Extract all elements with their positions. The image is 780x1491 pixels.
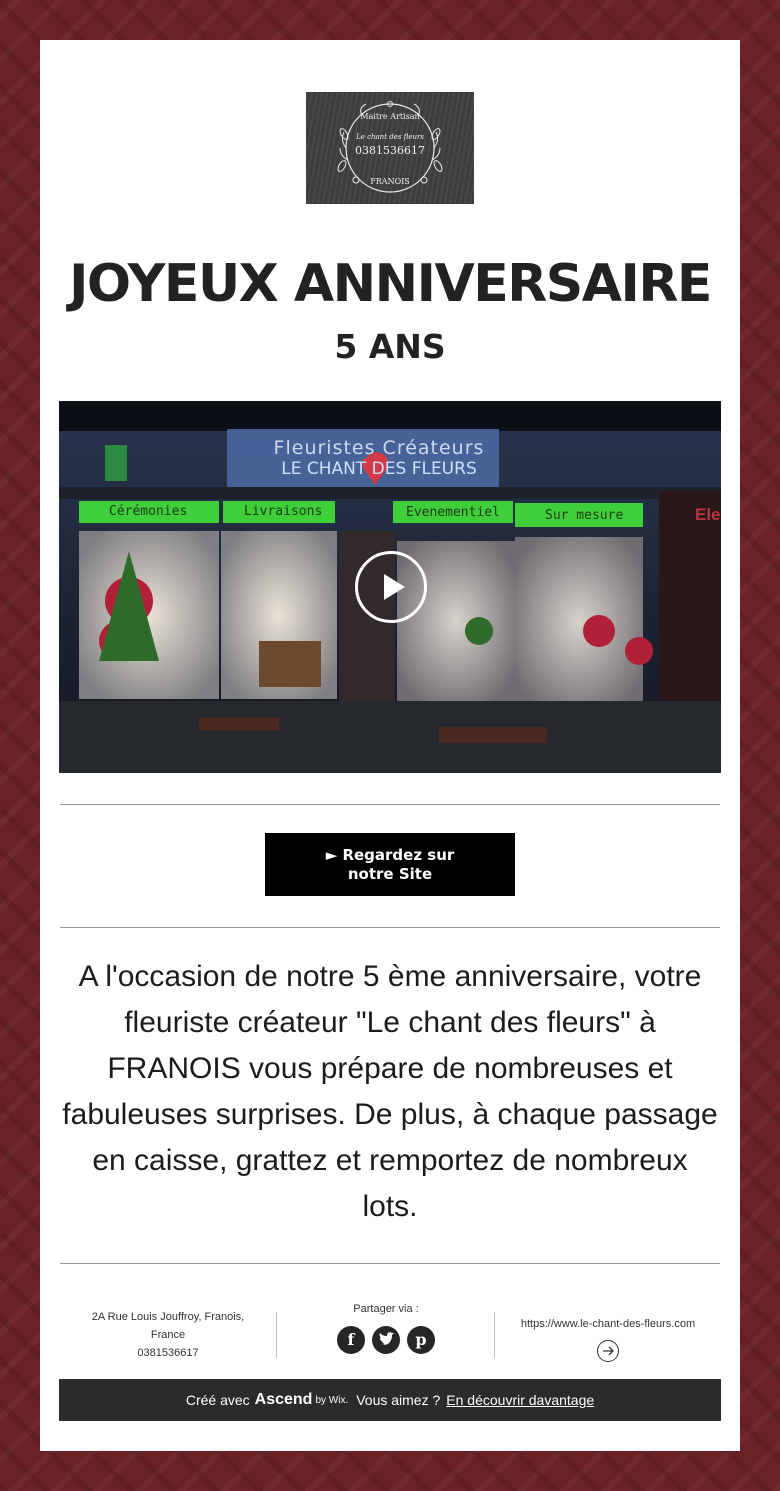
play-icon [384, 574, 405, 600]
footer-website: https://www.le-chant-des-fleurs.com [496, 1315, 720, 1362]
arrow-right-icon[interactable] [597, 1340, 619, 1362]
watch-on-site-button[interactable]: ► Regardez sur notre Site [265, 833, 515, 896]
website-link[interactable]: https://www.le-chant-des-fleurs.com [496, 1315, 720, 1333]
shop-logo: Maitre Artisan Le chant des fleurs 03815… [306, 92, 474, 204]
footer-separator [276, 1312, 277, 1358]
learn-more-link[interactable]: En découvrir davantage [446, 1392, 594, 1408]
address-line-1: 2A Rue Louis Jouffroy, Franois, [91, 1311, 245, 1323]
phone-number: 0381536617 [137, 1347, 199, 1359]
address-line-2: France [150, 1329, 186, 1341]
video-store-sign: Ele [695, 505, 721, 524]
logo-phone: 0381536617 [355, 144, 425, 157]
by-wix-text: by Wix. [315, 1394, 349, 1406]
page-subtitle: 5 ANS [334, 327, 446, 366]
video-banner: Livraisons [244, 504, 323, 519]
video-banner: Evenementiel [406, 505, 500, 520]
newsletter-card: Maitre Artisan Le chant des fleurs 03815… [40, 40, 740, 1451]
wix-promo-bar: Créé avec Ascend by Wix. Vous aimez ? En… [59, 1379, 721, 1421]
footer-separator [494, 1312, 495, 1358]
share-label: Partager via : [353, 1303, 419, 1315]
logo-line-1: Maitre Artisan [360, 112, 420, 121]
logo-line-2: Le chant des fleurs [356, 133, 424, 141]
logo-town: FRANOIS [370, 177, 410, 186]
created-with-text: Créé avec [185, 1392, 250, 1408]
divider [60, 804, 720, 805]
ascend-brand: Ascend [254, 1391, 313, 1408]
play-button[interactable] [355, 551, 427, 623]
footer-share: Partager via : f p [278, 1300, 494, 1354]
announcement-text: A l'occasion de notre 5 ème anniversaire… [62, 960, 718, 1223]
facebook-icon[interactable]: f [337, 1326, 365, 1354]
video-sign-top: Fleuristes Créateurs [273, 437, 485, 459]
pinterest-icon[interactable]: p [407, 1326, 435, 1354]
social-links: f p [278, 1326, 494, 1354]
video-player[interactable]: Fleuristes Créateurs LE CHANT DES FLEURS… [59, 401, 721, 773]
page-title: JOYEUX ANNIVERSAIRE [69, 254, 712, 314]
video-banner: Cérémonies [109, 504, 188, 519]
footer: 2A Rue Louis Jouffroy, Franois, France 0… [60, 1300, 720, 1362]
video-sign-bottom: LE CHANT DES FLEURS [281, 459, 477, 479]
twitter-icon[interactable] [372, 1326, 400, 1354]
question-text: Vous aimez ? [356, 1392, 441, 1408]
divider [60, 927, 720, 928]
divider [60, 1263, 720, 1264]
footer-contact: 2A Rue Louis Jouffroy, Franois, France 0… [60, 1308, 276, 1362]
video-banner: Sur mesure [545, 508, 624, 523]
